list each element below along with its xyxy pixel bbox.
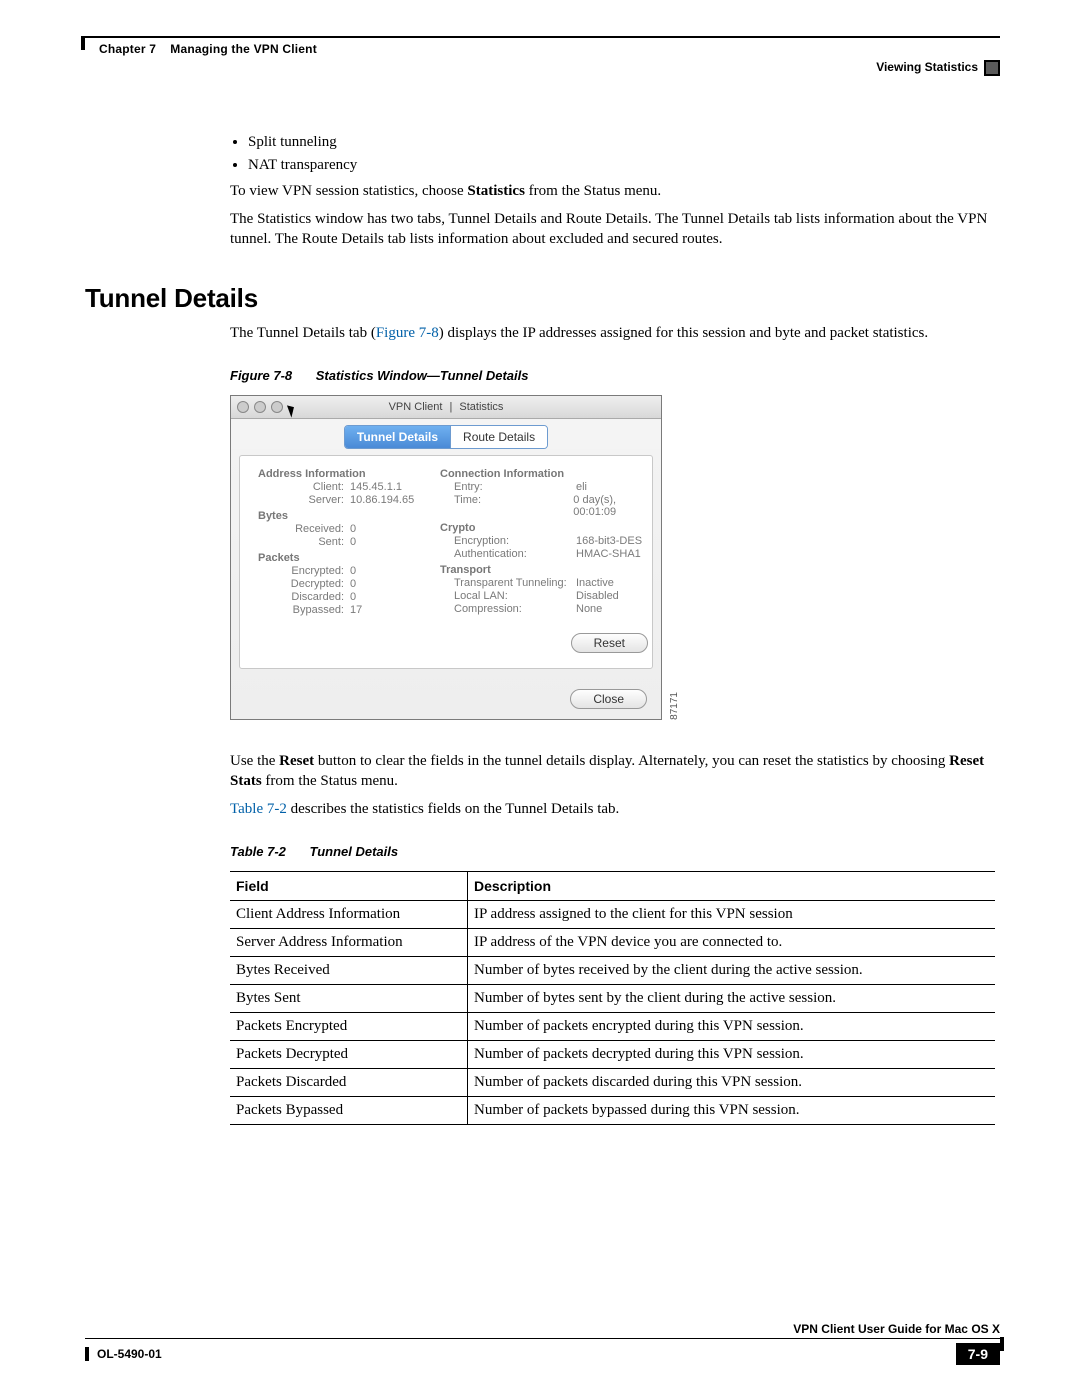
address-info-header: Address Information [258, 468, 448, 480]
client-value: 145.45.1.1 [350, 481, 402, 493]
table-title: Tunnel Details [310, 844, 399, 859]
table-row: Packets EncryptedNumber of packets encry… [230, 1012, 995, 1040]
col-description: Description [468, 871, 996, 900]
list-item: Split tunneling [248, 134, 995, 151]
bullet-list: Split tunneling NAT transparency [230, 134, 995, 174]
encryption-value: 168-bit3-DES [576, 535, 642, 547]
paragraph: To view VPN session statistics, choose S… [230, 182, 995, 202]
menu-name: Statistics [467, 183, 525, 199]
locallan-value: Disabled [576, 590, 619, 602]
tunneling-label: Transparent Tunneling: [454, 577, 576, 589]
transport-header: Transport [440, 564, 660, 576]
table-row: Server Address InformationIP address of … [230, 928, 995, 956]
server-value: 10.86.194.65 [350, 494, 414, 506]
tabs: Tunnel Details Route Details [344, 425, 548, 449]
table-caption: Table 7-2 Tunnel Details [230, 844, 995, 859]
entry-value: eli [576, 481, 587, 493]
discarded-label: Discarded: [272, 591, 350, 603]
connection-info-header: Connection Information [440, 468, 660, 480]
encryption-label: Encryption: [454, 535, 576, 547]
table-row: Packets DecryptedNumber of packets decry… [230, 1040, 995, 1068]
reset-ref: Reset [279, 753, 314, 769]
page-number: 7-9 [956, 1343, 1000, 1365]
footer-left-mark-icon [85, 1347, 89, 1361]
server-label: Server: [272, 494, 350, 506]
time-value: 0 day(s), 00:01:09 [573, 494, 660, 518]
sent-value: 0 [350, 536, 356, 548]
bypassed-value: 17 [350, 604, 362, 616]
running-footer: VPN Client User Guide for Mac OS X OL-54… [85, 1322, 1000, 1365]
statistics-window: VPN Client | Statistics Tunnel Details R… [230, 395, 662, 720]
encrypted-value: 0 [350, 565, 356, 577]
tab-route-details[interactable]: Route Details [451, 426, 547, 448]
table-row: Client Address InformationIP address ass… [230, 900, 995, 928]
col-field: Field [230, 871, 468, 900]
details-panel: Address Information Client:145.45.1.1 Se… [239, 455, 653, 669]
section-marker-icon [984, 60, 1000, 76]
close-button[interactable]: Close [570, 689, 647, 709]
table-number: Table 7-2 [230, 844, 286, 859]
bytes-header: Bytes [258, 510, 448, 522]
auth-value: HMAC-SHA1 [576, 548, 641, 560]
footer-mark-icon [1000, 1337, 1004, 1351]
compression-value: None [576, 603, 602, 615]
chapter-title: Managing the VPN Client [170, 42, 317, 56]
header-mark-icon [81, 36, 85, 50]
auth-label: Authentication: [454, 548, 576, 560]
table-row: Bytes SentNumber of bytes sent by the cl… [230, 984, 995, 1012]
received-label: Received: [272, 523, 350, 535]
table-row: Packets BypassedNumber of packets bypass… [230, 1096, 995, 1124]
table-xref-link[interactable]: Table 7-2 [230, 801, 287, 817]
tunnel-details-table: Field Description Client Address Informa… [230, 871, 995, 1125]
tunneling-value: Inactive [576, 577, 614, 589]
packets-header: Packets [258, 552, 448, 564]
section-heading: Tunnel Details [85, 283, 995, 314]
table-row: Bytes ReceivedNumber of bytes received b… [230, 956, 995, 984]
paragraph: Table 7-2 describes the statistics field… [230, 800, 995, 820]
encrypted-label: Encrypted: [272, 565, 350, 577]
paragraph: The Tunnel Details tab (Figure 7-8) disp… [230, 324, 995, 344]
chapter-label: Chapter 7 Managing the VPN Client [99, 42, 317, 56]
time-label: Time: [454, 494, 573, 518]
running-header: Chapter 7 Managing the VPN Client Viewin… [85, 36, 1000, 74]
tab-tunnel-details[interactable]: Tunnel Details [345, 426, 451, 448]
right-column: Connection Information Entry:eli Time:0 … [440, 464, 660, 653]
left-column: Address Information Client:145.45.1.1 Se… [258, 464, 448, 617]
discarded-value: 0 [350, 591, 356, 603]
entry-label: Entry: [454, 481, 576, 493]
figure-caption: Figure 7-8 Statistics Window—Tunnel Deta… [230, 368, 995, 383]
doc-id: OL-5490-01 [85, 1347, 162, 1362]
table-row: Packets DiscardedNumber of packets disca… [230, 1068, 995, 1096]
chapter-number: Chapter 7 [99, 42, 156, 56]
titlebar: VPN Client | Statistics [231, 396, 661, 419]
paragraph: The Statistics window has two tabs, Tunn… [230, 210, 995, 250]
paragraph: Use the Reset button to clear the fields… [230, 752, 995, 792]
list-item: NAT transparency [248, 157, 995, 174]
locallan-label: Local LAN: [454, 590, 576, 602]
figure-xref-link[interactable]: Figure 7-8 [376, 325, 439, 341]
decrypted-label: Decrypted: [272, 578, 350, 590]
figure-id: 87171 [669, 692, 680, 720]
guide-title: VPN Client User Guide for Mac OS X [85, 1322, 1000, 1336]
crypto-header: Crypto [440, 522, 660, 534]
sent-label: Sent: [272, 536, 350, 548]
client-label: Client: [272, 481, 350, 493]
bypassed-label: Bypassed: [272, 604, 350, 616]
section-label: Viewing Statistics [876, 60, 978, 74]
compression-label: Compression: [454, 603, 576, 615]
window-title: VPN Client | Statistics [231, 401, 661, 413]
figure-title: Statistics Window—Tunnel Details [316, 368, 529, 383]
received-value: 0 [350, 523, 356, 535]
decrypted-value: 0 [350, 578, 356, 590]
tabs-row: Tunnel Details Route Details [231, 419, 661, 449]
figure-number: Figure 7-8 [230, 368, 292, 383]
reset-button[interactable]: Reset [571, 633, 648, 653]
